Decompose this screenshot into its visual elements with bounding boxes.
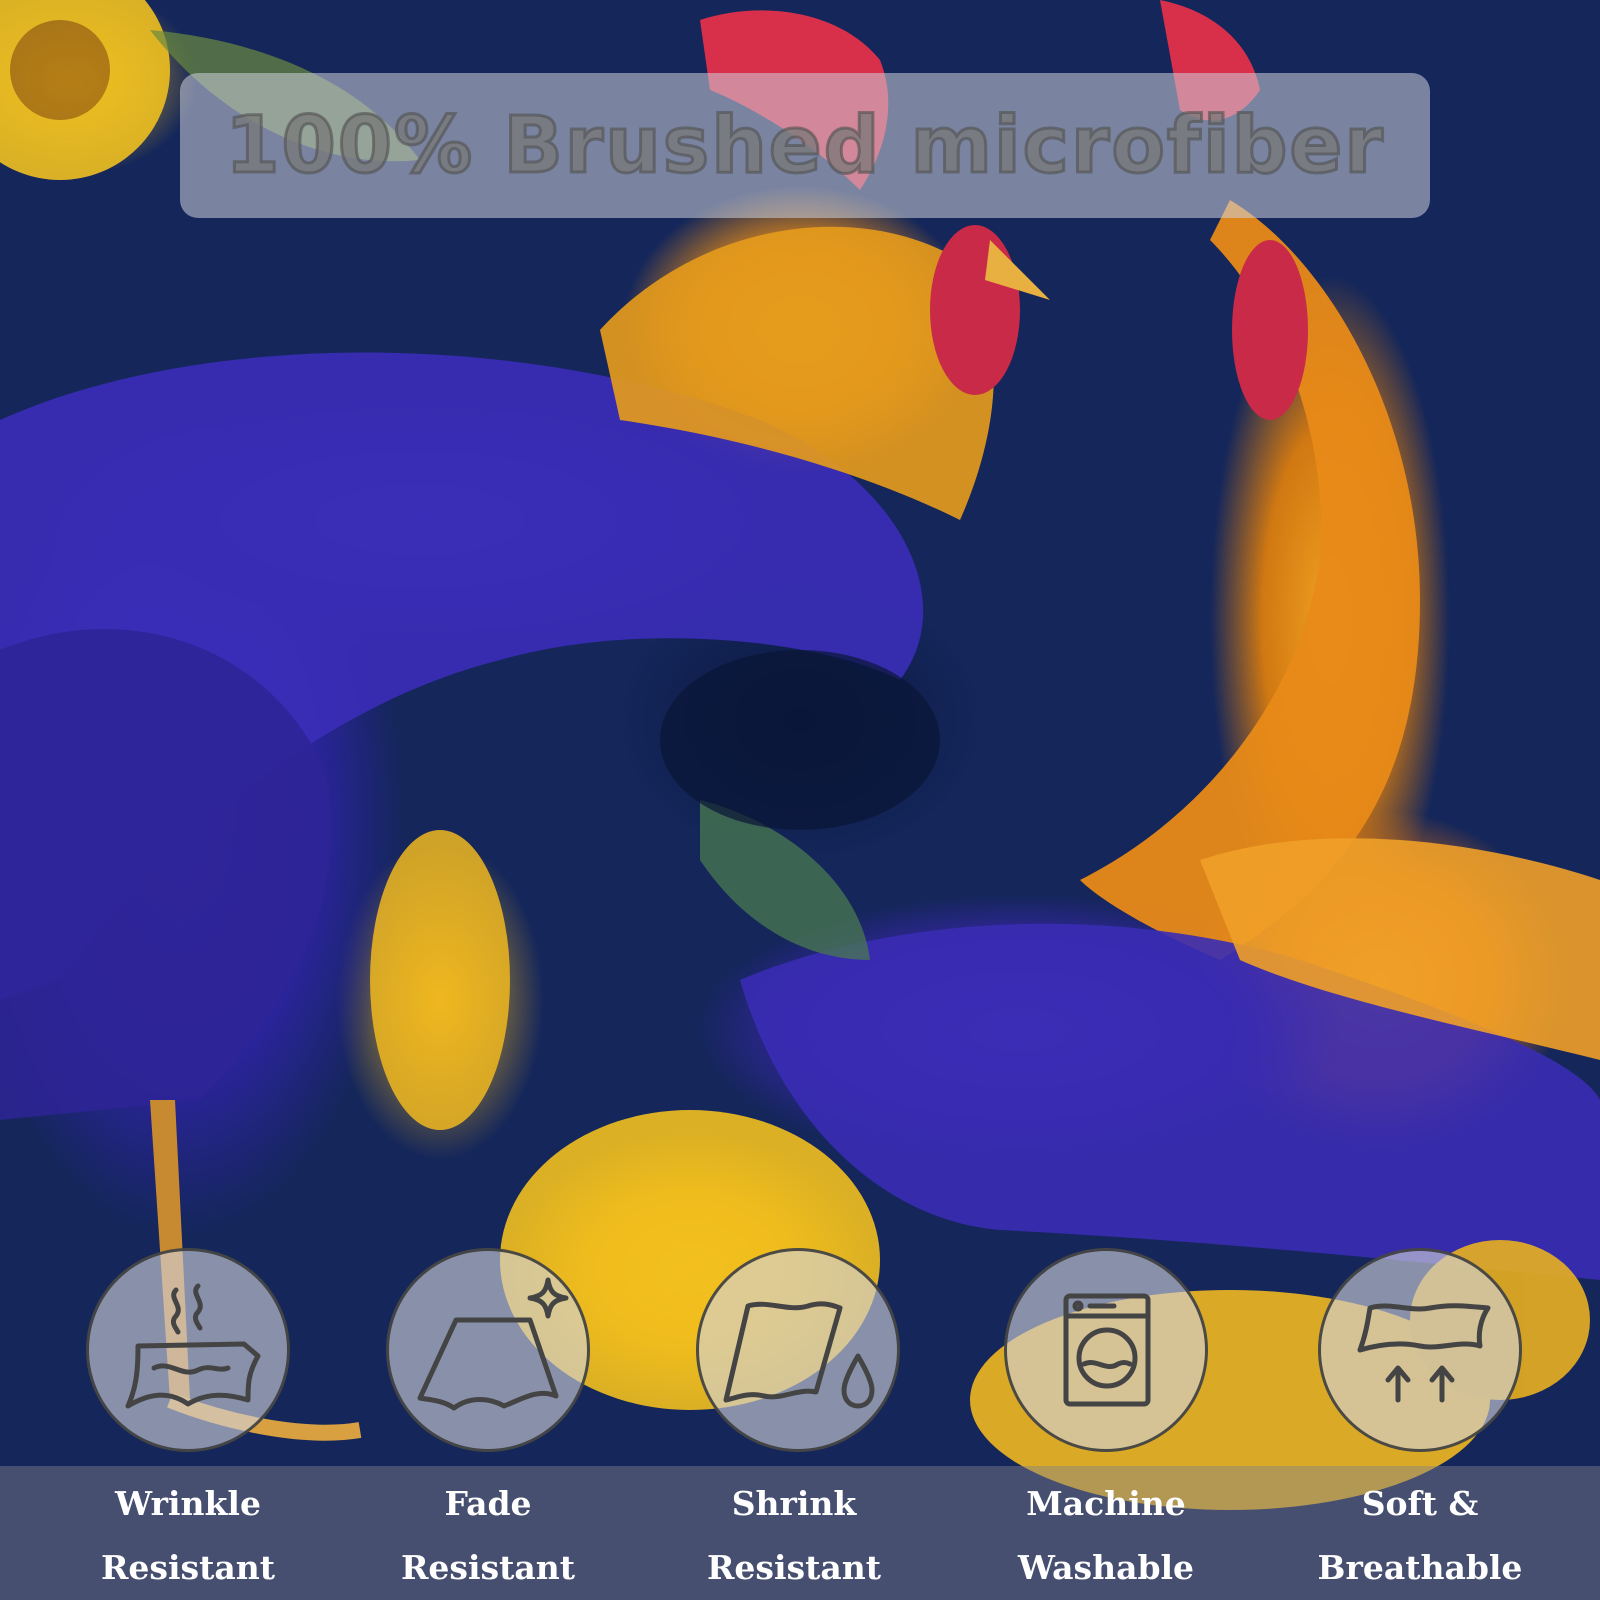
feature-label-wrinkle-resistant: Wrinkle Resistant [101,1484,275,1587]
feature-label-fade-resistant: Fade Resistant [401,1484,575,1587]
product-image: 100% Brushed microfiber Wrinkle Resistant… [0,0,1600,1600]
breathable-fabric-icon [1318,1248,1522,1452]
fade-resistant-icon [386,1248,590,1452]
feature-label-soft-breathable: Soft & Breathable [1317,1484,1523,1587]
feature-list: Wrinkle Resistant Fade Resistant Shrink Res… [0,0,1600,1600]
feature-label-shrink-resistant: Shrink Resistant [707,1484,881,1587]
feature-label-machine-washable: Machine Washable [1017,1484,1195,1587]
wrinkle-resistant-icon [86,1248,290,1452]
washing-machine-icon [1004,1248,1208,1452]
shrink-resistant-icon [696,1248,900,1452]
